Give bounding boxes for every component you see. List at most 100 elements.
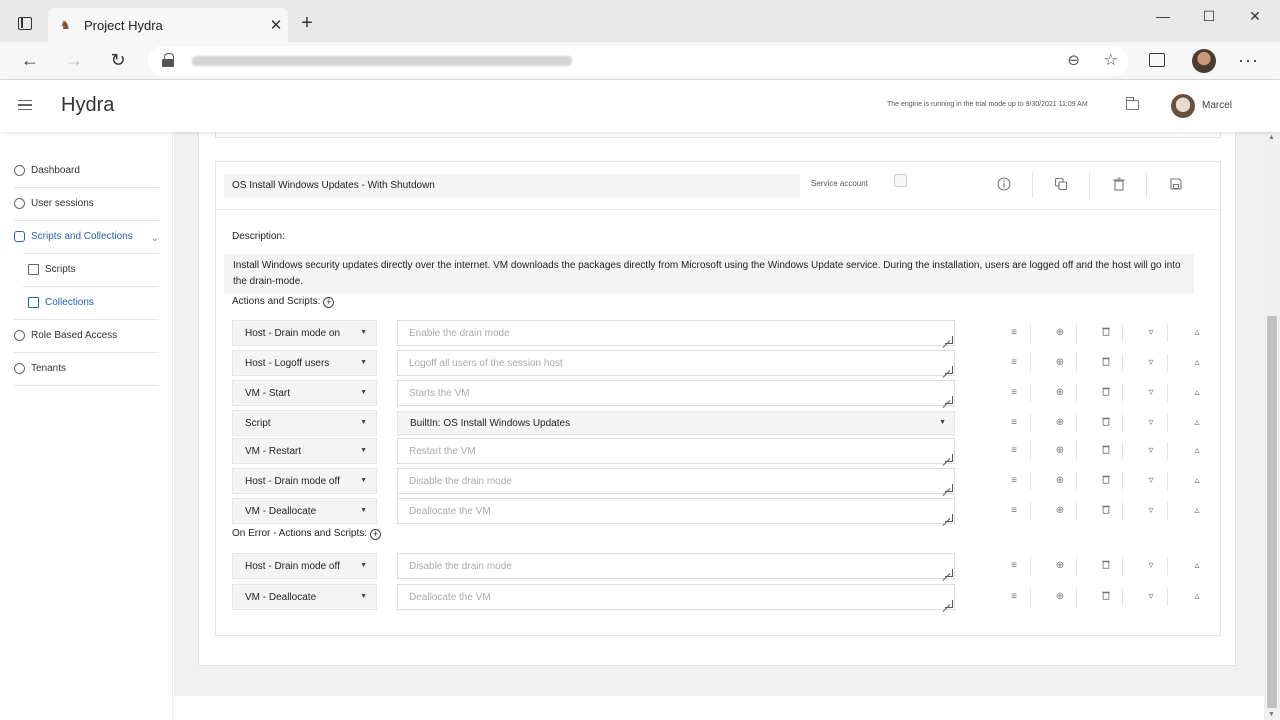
action-description-textarea[interactable]: Disable the drain mode [397, 468, 955, 494]
action-description-textarea[interactable]: Starts the VM [397, 380, 955, 406]
info-icon[interactable] [997, 177, 1011, 191]
drag-handle-icon[interactable]: ≡ [1007, 444, 1021, 458]
more-menu-icon[interactable]: ··· [1238, 50, 1259, 71]
move-up-icon[interactable]: ▵ [1190, 386, 1204, 400]
sidebar-item-dashboard[interactable]: Dashboard [14, 160, 80, 180]
collection-name-input[interactable]: OS Install Windows Updates - With Shutdo… [224, 174, 800, 198]
lock-icon[interactable] [162, 53, 174, 67]
resize-handle-icon[interactable] [945, 454, 953, 462]
trash-icon[interactable] [1099, 504, 1113, 518]
trash-icon[interactable] [1099, 474, 1113, 488]
sidebar-item-scripts-and-collections[interactable]: Scripts and Collections [14, 226, 133, 246]
favorites-icon[interactable]: ☆ [1104, 50, 1118, 70]
add-circle-icon[interactable]: ⊕ [1053, 504, 1067, 518]
collections-icon[interactable] [1149, 53, 1165, 67]
move-up-icon[interactable]: ▵ [1190, 504, 1204, 518]
service-account-checkbox[interactable] [894, 174, 907, 187]
move-up-icon[interactable]: ▵ [1190, 444, 1204, 458]
user-avatar[interactable] [1171, 94, 1195, 118]
user-name[interactable]: Marcel [1202, 100, 1232, 111]
move-down-icon[interactable]: ▿ [1144, 416, 1158, 430]
action-type-select[interactable]: VM - Restart ▼ [232, 438, 377, 464]
action-description-textarea[interactable]: Enable the drain mode [397, 320, 955, 346]
trash-icon[interactable] [1099, 444, 1113, 458]
script-select[interactable]: BuiltIn: OS Install Windows Updates ▼ [397, 411, 955, 435]
action-description-textarea[interactable]: Disable the drain mode [397, 553, 955, 579]
new-tab-button[interactable]: + [296, 12, 318, 34]
add-circle-icon[interactable]: ⊕ [1053, 444, 1067, 458]
action-type-select[interactable]: VM - Start ▼ [232, 380, 377, 406]
browser-tab[interactable]: ♞ Project Hydra ✕ [48, 8, 288, 42]
add-on-error-action-icon[interactable]: + [370, 529, 382, 540]
trash-icon[interactable] [1112, 177, 1126, 191]
drag-handle-icon[interactable]: ≡ [1007, 416, 1021, 430]
action-type-select[interactable]: Script ▼ [232, 410, 377, 436]
drag-handle-icon[interactable]: ≡ [1007, 559, 1021, 573]
scrollbar-thumb[interactable] [1267, 316, 1277, 708]
resize-handle-icon[interactable] [945, 600, 953, 608]
action-type-select[interactable]: Host - Drain mode on ▼ [232, 320, 377, 346]
move-down-icon[interactable]: ▿ [1144, 326, 1158, 340]
window-close-button[interactable]: ✕ [1240, 8, 1270, 25]
action-type-select[interactable]: Host - Drain mode off ▼ [232, 468, 377, 494]
add-circle-icon[interactable]: ⊕ [1053, 416, 1067, 430]
trash-icon[interactable] [1099, 326, 1113, 340]
scroll-down-icon[interactable]: ▼ [1268, 711, 1275, 718]
sidebar-item-scripts[interactable]: Scripts [28, 259, 76, 279]
add-circle-icon[interactable]: ⊕ [1053, 356, 1067, 370]
menu-icon[interactable] [18, 100, 32, 110]
sidebar-item-tenants[interactable]: Tenants [14, 358, 66, 378]
add-circle-icon[interactable]: ⊕ [1053, 590, 1067, 604]
minimize-button[interactable]: — [1148, 8, 1178, 24]
add-circle-icon[interactable]: ⊕ [1053, 386, 1067, 400]
trash-icon[interactable] [1099, 416, 1113, 430]
trash-icon[interactable] [1099, 590, 1113, 604]
add-circle-icon[interactable]: ⊕ [1053, 326, 1067, 340]
move-down-icon[interactable]: ▿ [1144, 386, 1158, 400]
reload-button[interactable]: ↻ [106, 50, 130, 71]
move-up-icon[interactable]: ▵ [1190, 474, 1204, 488]
resize-handle-icon[interactable] [945, 514, 953, 522]
tab-close-icon[interactable]: ✕ [264, 16, 288, 34]
action-description-textarea[interactable]: Logoff all users of the session host [397, 350, 955, 376]
sidebar-item-user-sessions[interactable]: User sessions [14, 193, 94, 213]
resize-handle-icon[interactable] [945, 569, 953, 577]
url-field[interactable]: ⊖ ☆ [148, 46, 1128, 76]
add-circle-icon[interactable]: ⊕ [1053, 474, 1067, 488]
trash-icon[interactable] [1099, 559, 1113, 573]
move-down-icon[interactable]: ▿ [1144, 559, 1158, 573]
chevron-down-icon[interactable]: ⌄ [151, 233, 159, 244]
drag-handle-icon[interactable]: ≡ [1007, 326, 1021, 340]
action-type-select[interactable]: VM - Deallocate ▼ [232, 584, 377, 610]
resize-handle-icon[interactable] [945, 396, 953, 404]
sidebar-item-collections[interactable]: Collections [28, 292, 94, 312]
resize-handle-icon[interactable] [945, 484, 953, 492]
move-up-icon[interactable]: ▵ [1190, 590, 1204, 604]
folder-icon[interactable] [1126, 97, 1139, 110]
maximize-button[interactable]: ☐ [1194, 8, 1224, 25]
zoom-out-icon[interactable]: ⊖ [1067, 51, 1080, 69]
sidebar-item-role-based-access[interactable]: Role Based Access [14, 325, 117, 345]
move-down-icon[interactable]: ▿ [1144, 474, 1158, 488]
resize-handle-icon[interactable] [945, 336, 953, 344]
move-up-icon[interactable]: ▵ [1190, 356, 1204, 370]
move-up-icon[interactable]: ▵ [1190, 326, 1204, 340]
drag-handle-icon[interactable]: ≡ [1007, 504, 1021, 518]
action-type-select[interactable]: Host - Drain mode off ▼ [232, 553, 377, 579]
action-type-select[interactable]: VM - Deallocate ▼ [232, 498, 377, 524]
action-description-textarea[interactable]: Restart the VM [397, 438, 955, 464]
page-scrollbar[interactable]: ▲ ▼ [1264, 132, 1280, 720]
copy-icon[interactable] [1054, 177, 1068, 191]
trash-icon[interactable] [1099, 386, 1113, 400]
move-down-icon[interactable]: ▿ [1144, 590, 1158, 604]
move-down-icon[interactable]: ▿ [1144, 356, 1158, 370]
add-action-icon[interactable]: + [323, 297, 335, 308]
profile-avatar[interactable] [1192, 49, 1216, 73]
forward-button[interactable]: → [62, 50, 86, 71]
drag-handle-icon[interactable]: ≡ [1007, 474, 1021, 488]
move-up-icon[interactable]: ▵ [1190, 416, 1204, 430]
drag-handle-icon[interactable]: ≡ [1007, 386, 1021, 400]
save-icon[interactable] [1169, 177, 1183, 191]
move-up-icon[interactable]: ▵ [1190, 559, 1204, 573]
back-button[interactable]: ← [18, 50, 42, 71]
